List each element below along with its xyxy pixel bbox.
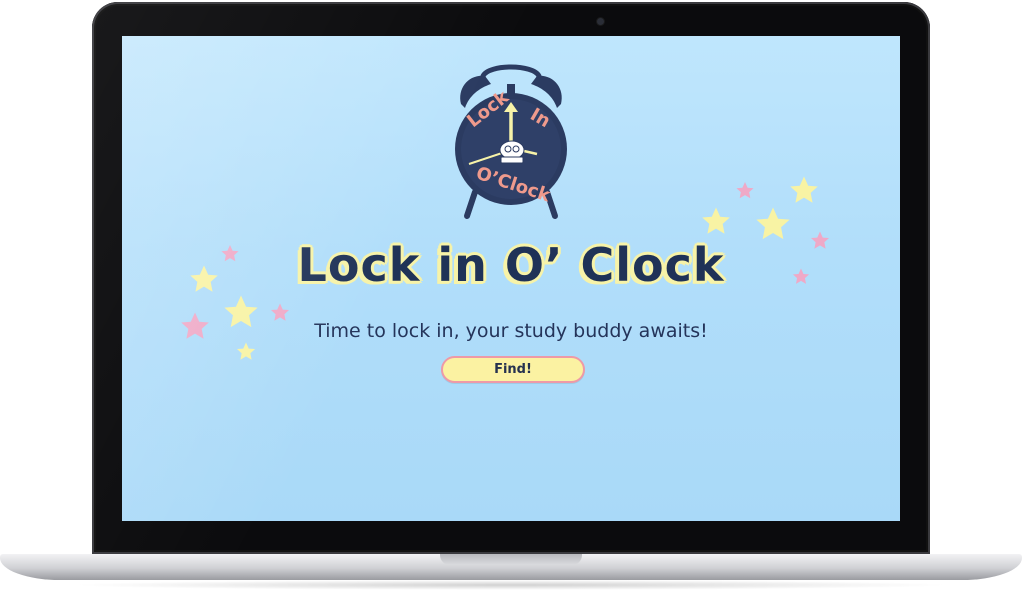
app-title: Lock in O’ Clock xyxy=(297,238,725,292)
star-icon xyxy=(702,207,730,234)
star-icon xyxy=(736,182,754,199)
find-button[interactable]: Find! xyxy=(441,356,585,383)
star-icon xyxy=(790,176,818,203)
app-tagline: Time to lock in, your study buddy awaits… xyxy=(314,320,708,342)
laptop-shadow xyxy=(70,580,952,590)
app-screen: Lock In O’Clock Lock in O’ Clock Time to… xyxy=(122,36,900,521)
alarm-clock-logo: Lock In O’Clock xyxy=(455,64,567,219)
star-icon xyxy=(236,342,256,360)
webcam-icon xyxy=(597,18,604,25)
star-icon xyxy=(270,303,290,321)
star-icon xyxy=(756,207,790,240)
laptop-base-notch xyxy=(440,554,582,565)
